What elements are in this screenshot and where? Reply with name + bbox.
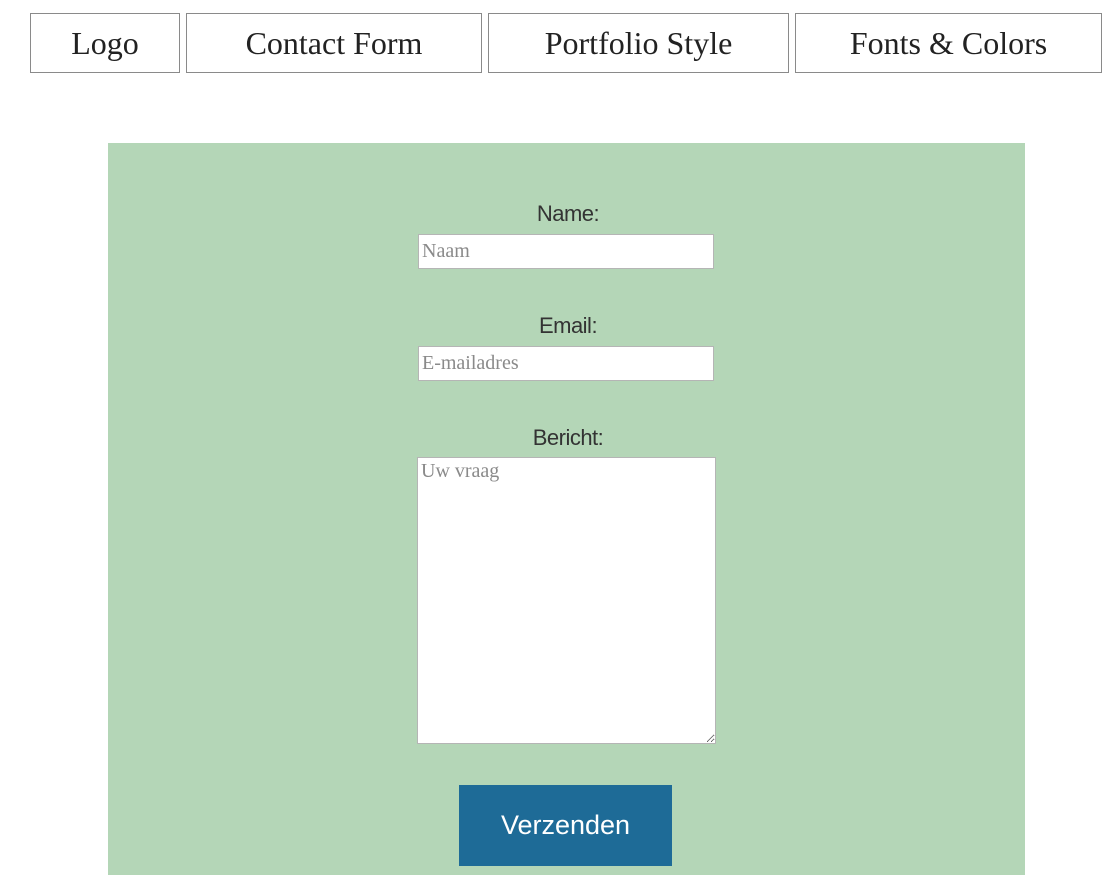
message-textarea[interactable] <box>417 457 716 744</box>
name-input[interactable] <box>418 234 714 269</box>
name-label: Name: <box>536 201 600 226</box>
contact-form-panel: Name: Email: Bericht: Verzenden <box>108 143 1025 875</box>
tab-logo[interactable]: Logo <box>30 13 180 73</box>
tab-fonts-colors[interactable]: Fonts & Colors <box>795 13 1102 73</box>
submit-button[interactable]: Verzenden <box>459 785 672 866</box>
email-label: Email: <box>538 313 598 338</box>
message-label: Bericht: <box>532 425 604 450</box>
top-tab-bar: Logo Contact Form Portfolio Style Fonts … <box>30 13 1102 73</box>
tab-portfolio-style[interactable]: Portfolio Style <box>488 13 789 73</box>
tab-contact-form[interactable]: Contact Form <box>186 13 482 73</box>
email-input[interactable] <box>418 346 714 381</box>
